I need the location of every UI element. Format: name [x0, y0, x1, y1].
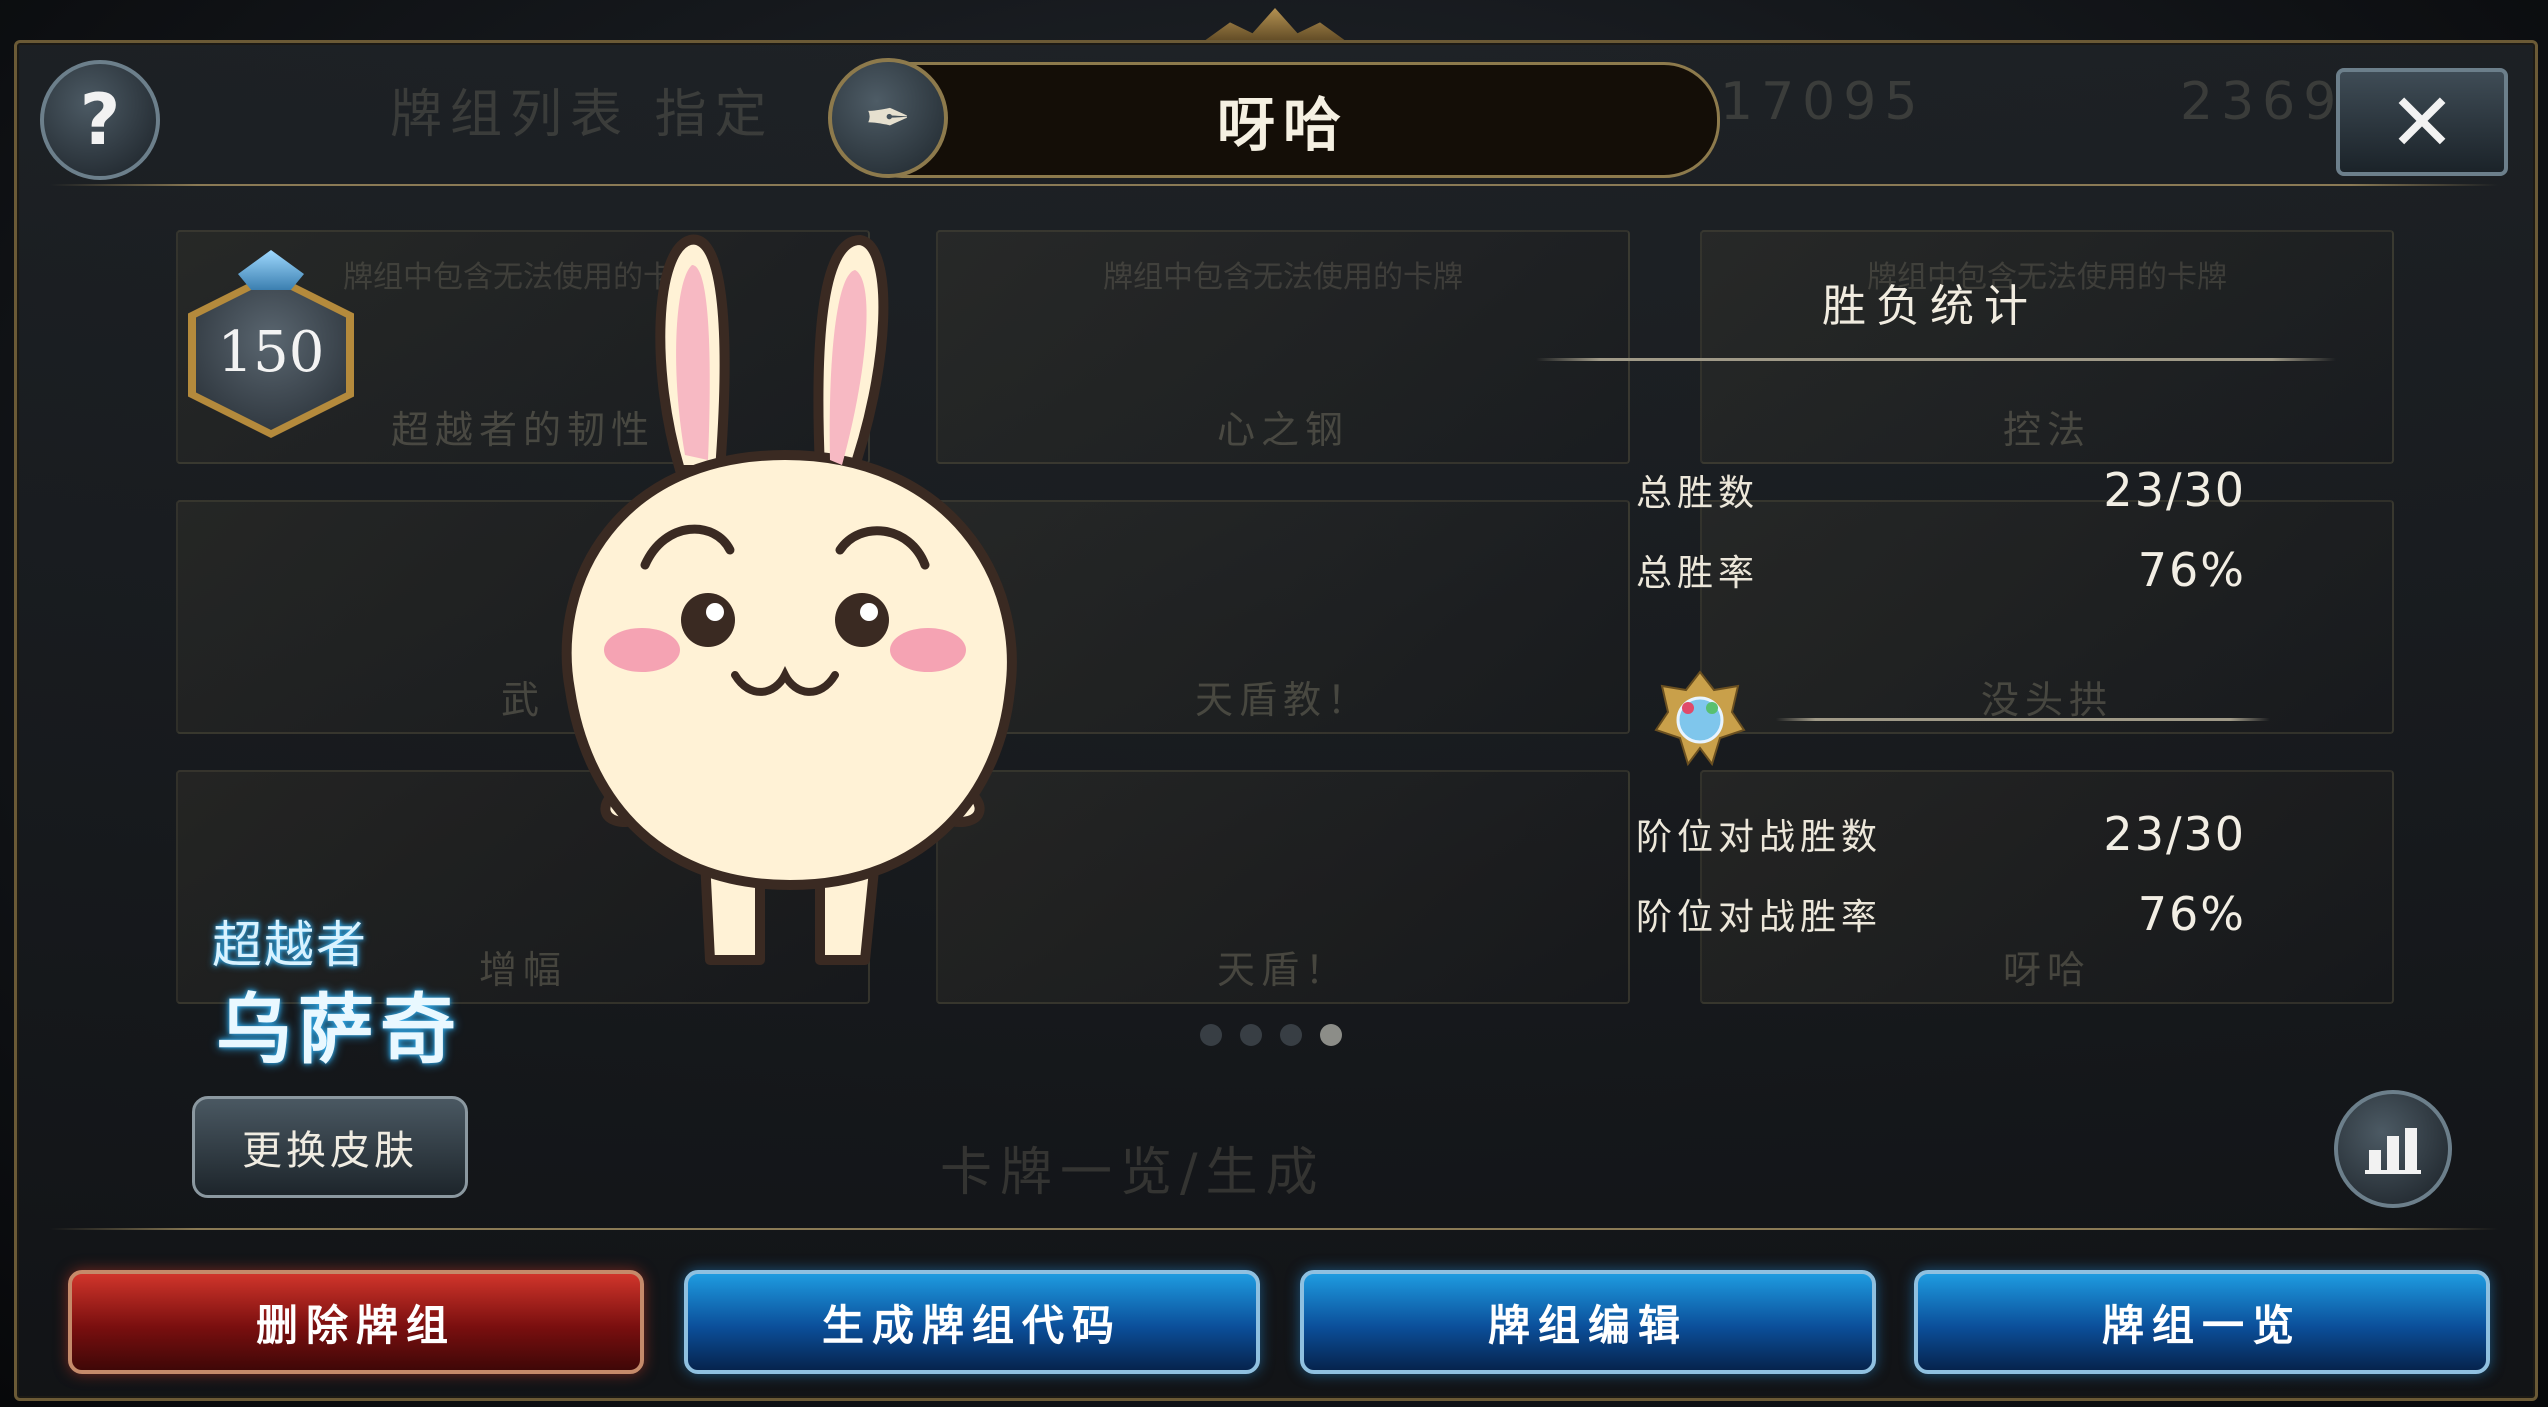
close-icon: ✕ — [2388, 75, 2456, 169]
stat-value: 76% — [2137, 887, 2246, 941]
generate-deck-code-button[interactable]: 生成牌组代码 — [684, 1270, 1260, 1374]
stat-label: 阶位对战胜率 — [1636, 897, 1883, 938]
bg-ghost-deck-list: 牌组列表 指定 — [390, 85, 775, 145]
edit-deck-button[interactable]: 牌组编辑 — [1300, 1270, 1876, 1374]
stats-divider — [1536, 358, 2336, 361]
page-dot — [1240, 1024, 1262, 1046]
close-button[interactable]: ✕ — [2336, 68, 2508, 176]
bg-ghost-crystals: 2369 — [2180, 72, 2345, 132]
stat-row-total-rate: 总胜率 76% — [1636, 540, 2246, 600]
footer-divider — [50, 1228, 2498, 1230]
bg-ghost-currency: 17095 — [1720, 72, 1926, 132]
stat-row-ranked-wins: 阶位对战胜数 23/30 — [1636, 804, 2246, 864]
stat-label: 阶位对战胜数 — [1636, 817, 1883, 858]
badge-crest-icon — [238, 250, 304, 290]
question-icon: ? — [79, 79, 121, 161]
rename-deck-button[interactable]: ✒ — [828, 58, 948, 178]
bar-chart-icon — [2365, 1128, 2421, 1174]
stat-value: 23/30 — [2103, 463, 2246, 517]
deck-overview-button[interactable]: 牌组一览 — [1914, 1270, 2490, 1374]
help-button[interactable]: ? — [40, 60, 160, 180]
rank-emblem-icon — [1654, 670, 1746, 767]
rabbit-character-image — [561, 234, 1017, 965]
stat-row-ranked-rate: 阶位对战胜率 76% — [1636, 884, 2246, 944]
header-divider — [50, 184, 2498, 186]
deck-name: 呀哈 — [1216, 91, 1349, 159]
level-number: 150 — [217, 320, 325, 385]
stat-label: 总胜数 — [1636, 473, 1760, 514]
page-dot-active — [1320, 1024, 1342, 1046]
deck-name-field[interactable]: 呀哈 — [846, 62, 1720, 178]
rank-divider — [1776, 718, 2270, 721]
leader-title: 超越者 — [212, 916, 368, 974]
pen-icon: ✒ — [864, 85, 912, 151]
stat-label: 总胜率 — [1636, 553, 1760, 594]
stat-value: 23/30 — [2103, 807, 2246, 861]
statistics-button[interactable] — [2334, 1090, 2452, 1208]
bg-ghost-card-list: 卡牌一览/生成 — [940, 1143, 1326, 1203]
page-indicator — [1200, 1024, 1342, 1046]
page-dot — [1280, 1024, 1302, 1046]
stats-title: 胜负统计 — [1822, 281, 2038, 332]
tile-name: 没头拱 — [1980, 678, 2113, 722]
tile-name: 控法 — [2002, 408, 2091, 452]
change-skin-button[interactable]: 更换皮肤 — [192, 1096, 468, 1198]
page-dot — [1200, 1024, 1222, 1046]
stat-value: 76% — [2137, 543, 2246, 597]
level-badge: 150 — [176, 250, 376, 450]
stat-row-total-wins: 总胜数 23/30 — [1636, 460, 2246, 520]
delete-deck-button[interactable]: 删除牌组 — [68, 1270, 644, 1374]
bg-deck-tile: 牌组中包含无法使用的卡牌 控法 — [1700, 230, 2394, 464]
bg-deck-tile: 没头拱 — [1700, 500, 2394, 734]
tile-name: 呀哈 — [2002, 948, 2091, 992]
leader-name: 乌萨奇 — [216, 985, 462, 1074]
